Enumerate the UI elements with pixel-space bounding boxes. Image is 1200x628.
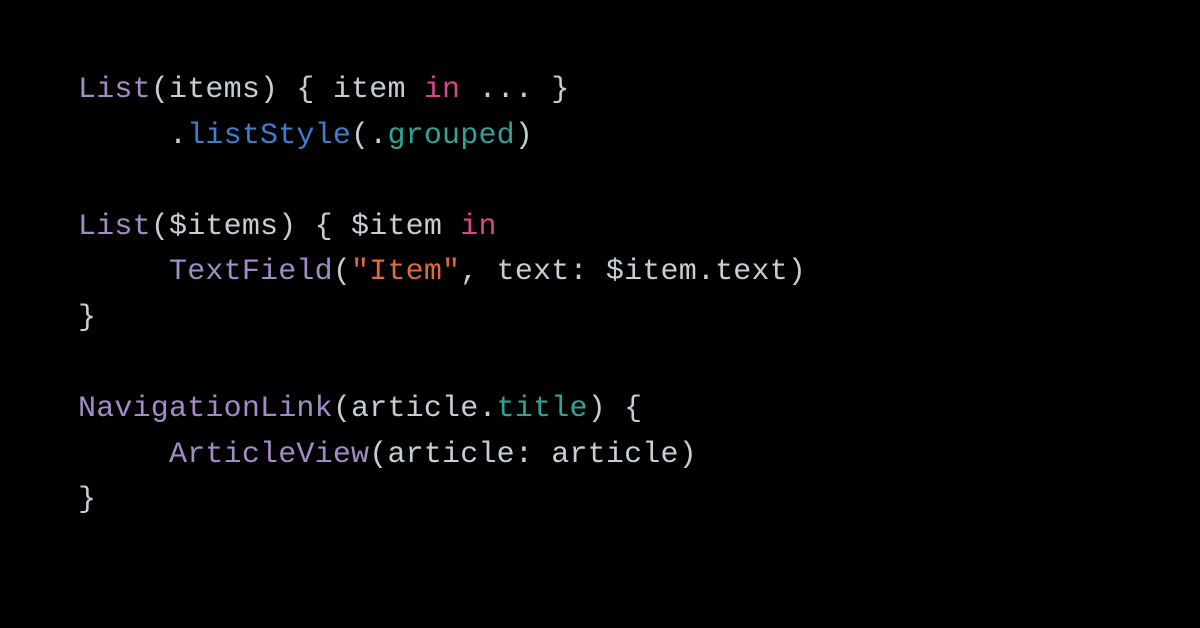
code-token-type: ArticleView: [169, 438, 369, 472]
code-indent: [78, 119, 169, 153]
code-token-property: title: [497, 392, 588, 426]
code-token-string: "Item": [351, 255, 460, 289]
code-token-enum: grouped: [387, 119, 514, 153]
code-token-type: TextField: [169, 255, 333, 289]
code-indent: [78, 438, 169, 472]
code-token: , text: $item.text): [460, 255, 806, 289]
code-token: }: [78, 301, 96, 335]
code-token-type: NavigationLink: [78, 392, 333, 426]
code-token: ($items) { $item: [151, 210, 460, 244]
code-token-method: listStyle: [187, 119, 351, 153]
code-token-type: List: [78, 73, 151, 107]
code-token: ) {: [588, 392, 643, 426]
code-token: (: [333, 255, 351, 289]
code-token: (article: article): [369, 438, 697, 472]
code-block: List(items) { item in ... } .listStyle(.…: [0, 0, 1200, 524]
code-token: ): [515, 119, 533, 153]
code-indent: [78, 255, 169, 289]
code-token-keyword: in: [424, 73, 460, 107]
code-token-keyword: in: [460, 210, 496, 244]
code-token-type: List: [78, 210, 151, 244]
code-token: .: [169, 119, 187, 153]
code-token: }: [78, 483, 96, 517]
code-token: (.: [351, 119, 387, 153]
code-token: ... }: [460, 73, 569, 107]
code-token: (items) { item: [151, 73, 424, 107]
code-token: (article.: [333, 392, 497, 426]
